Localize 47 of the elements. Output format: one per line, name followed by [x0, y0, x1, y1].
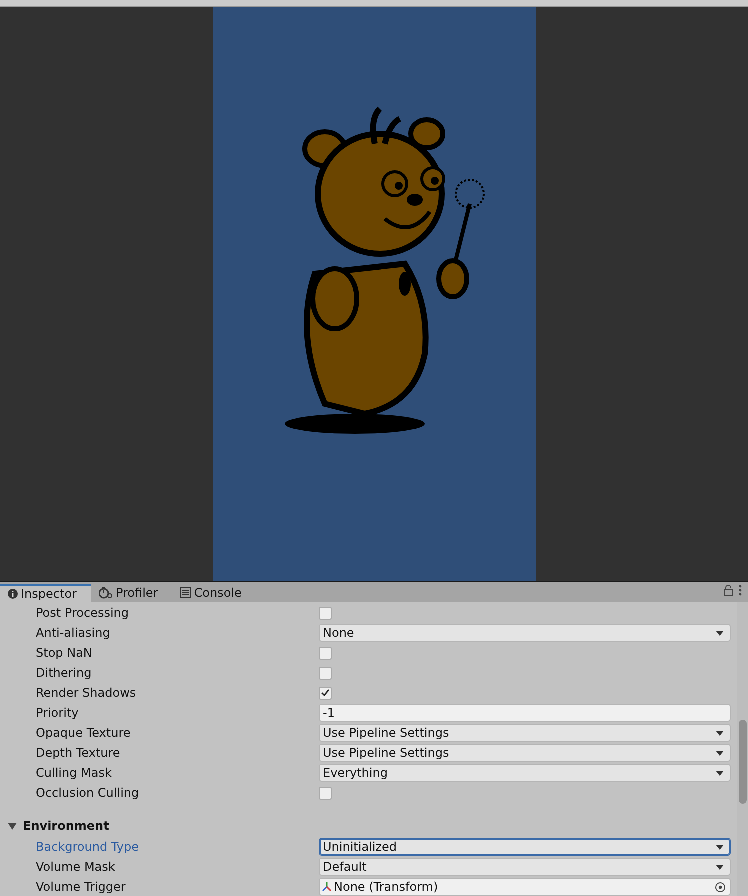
property-label: Volume Mask	[35, 860, 116, 874]
property-label: Background Type	[35, 840, 140, 854]
property-label: Occlusion Culling	[35, 786, 140, 800]
property-label: Render Shadows	[35, 686, 138, 700]
property-label: Volume Trigger	[35, 880, 127, 894]
dropdown[interactable]: Use Pipeline Settings	[319, 744, 731, 762]
checkbox[interactable]	[319, 606, 332, 620]
caret-icon	[716, 730, 724, 736]
checkbox[interactable]	[319, 786, 332, 800]
section-header: Environment	[23, 819, 110, 833]
property-label: Culling Mask	[35, 766, 113, 780]
checkmark-icon	[321, 689, 330, 697]
caret-icon	[716, 630, 724, 636]
object-picker-icon[interactable]	[715, 882, 726, 892]
panel-tab[interactable]: Inspector	[0, 584, 91, 602]
panel-tab[interactable]: Console	[172, 583, 256, 602]
lock-icon[interactable]	[724, 585, 733, 596]
dropdown[interactable]: Use Pipeline Settings	[319, 724, 731, 742]
checkbox[interactable]	[319, 666, 332, 680]
info-icon	[8, 589, 18, 599]
caret-icon	[716, 844, 724, 850]
dropdown[interactable]: Uninitialized	[319, 838, 731, 856]
checkbox[interactable]	[319, 646, 332, 660]
property-label: Anti-aliasing	[35, 626, 112, 640]
checkbox[interactable]	[319, 686, 332, 700]
property-label: Dithering	[35, 666, 93, 680]
property-label: Stop NaN	[35, 646, 94, 660]
dropdown[interactable]: None	[319, 624, 731, 642]
caret-icon	[716, 864, 724, 870]
dropdown[interactable]: Everything	[319, 764, 731, 782]
dropdown[interactable]: Default	[319, 858, 731, 876]
more-options-icon[interactable]	[739, 585, 742, 596]
number-field[interactable]: -1	[319, 704, 731, 722]
property-label: Opaque Texture	[35, 726, 132, 740]
scrollbar-thumb[interactable]	[739, 720, 747, 804]
property-label: Post Processing	[35, 606, 130, 620]
panel-tab[interactable]: Profiler	[90, 583, 172, 602]
list-icon	[180, 587, 192, 598]
caret-icon	[716, 770, 724, 776]
property-label: Depth Texture	[35, 746, 122, 760]
caret-icon	[716, 750, 724, 756]
property-label: Priority	[35, 706, 80, 720]
stopwatch-icon	[98, 586, 113, 598]
scrollbar[interactable]	[737, 602, 748, 896]
transform-axes-icon	[322, 882, 332, 892]
foldout-triangle-icon[interactable]	[8, 822, 17, 830]
object-field[interactable]: None (Transform)	[319, 878, 731, 896]
